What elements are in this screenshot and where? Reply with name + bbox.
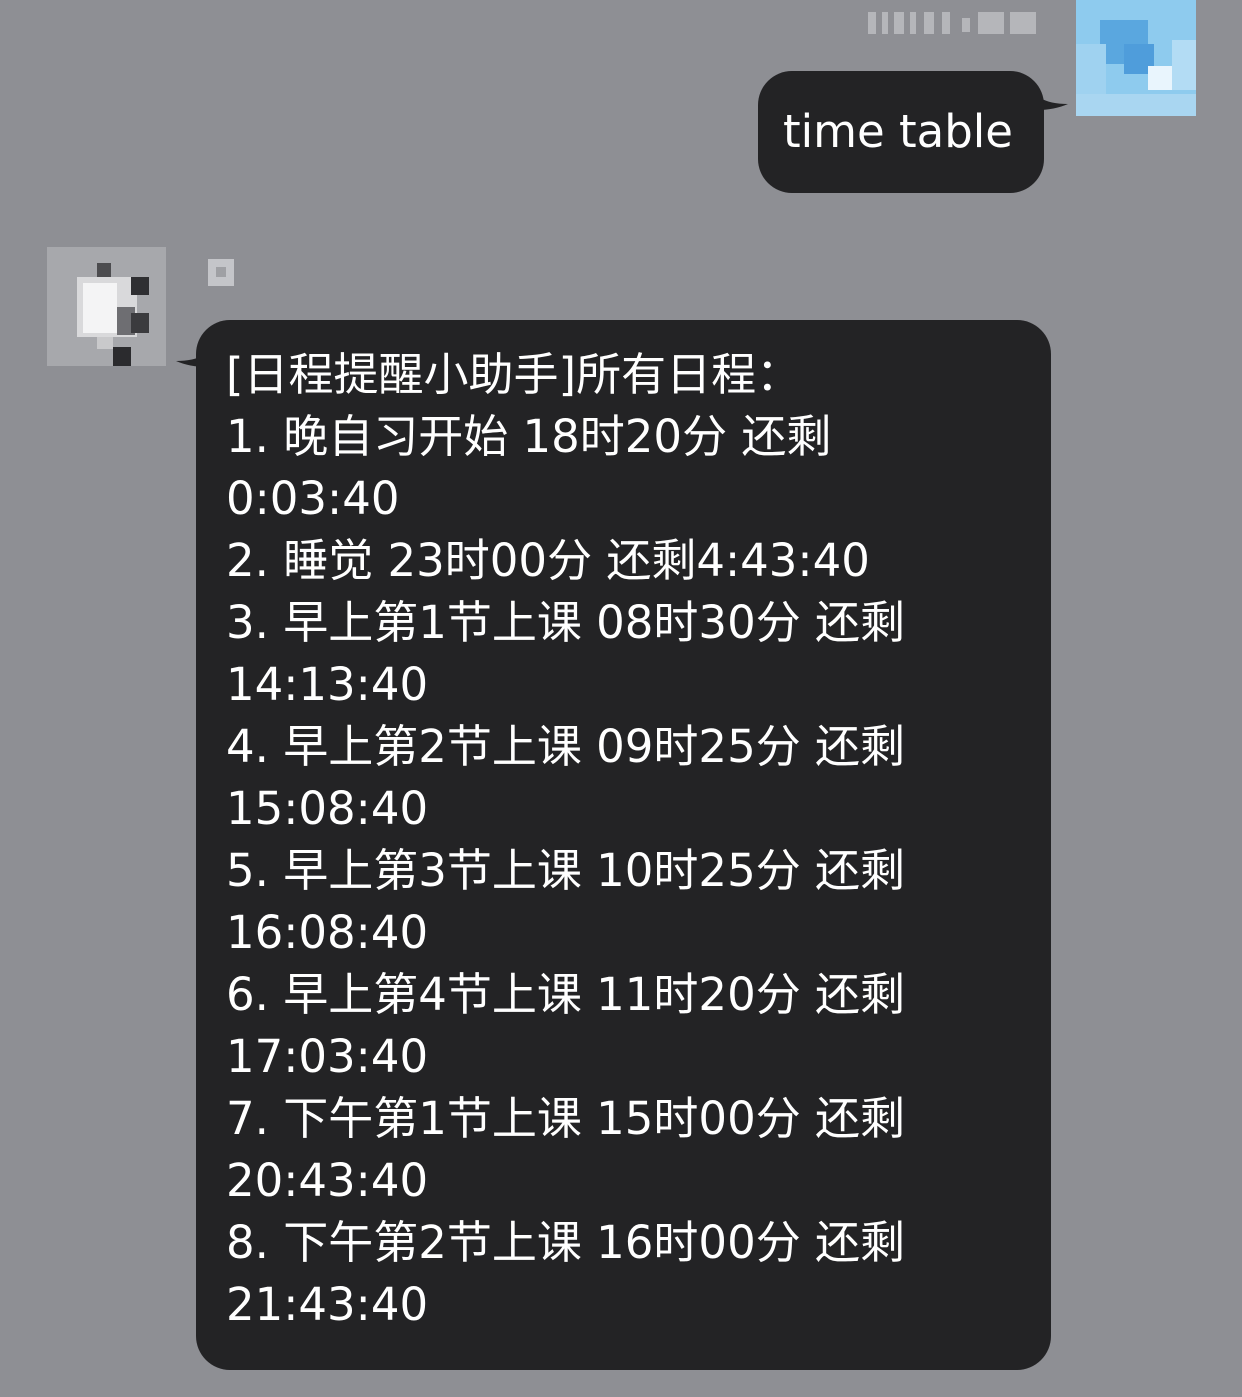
message-line: [日程提醒小助手]所有日程： (226, 348, 802, 401)
message-line: 7. 下午第1节上课 15时00分 还剩 (226, 1092, 905, 1145)
message-line: 5. 早上第3节上课 10时25分 还剩 (226, 844, 905, 897)
message-line: 1. 晚自习开始 18时20分 还剩 (226, 410, 832, 463)
message-line: 8. 下午第2节上课 16时00分 还剩 (226, 1216, 905, 1269)
message-line: 21:43:40 (226, 1278, 429, 1331)
message-line: 0:03:40 (226, 472, 400, 525)
message-line: 4. 早上第2节上课 09时25分 还剩 (226, 720, 905, 773)
message-line: 14:13:40 (226, 658, 429, 711)
message-line: 16:08:40 (226, 906, 429, 959)
message-line: 2. 睡觉 23时00分 还剩4:43:40 (226, 534, 870, 587)
message-line: 6. 早上第4节上课 11时20分 还剩 (226, 968, 905, 1021)
message-text: time table (783, 105, 1013, 158)
message-bubble-outgoing[interactable]: time table (758, 71, 1044, 193)
message-line: 17:03:40 (226, 1030, 429, 1083)
sender-name-blurred (868, 6, 1040, 40)
message-line: 20:43:40 (226, 1154, 429, 1207)
avatar-self[interactable] (1076, 0, 1196, 116)
avatar-bot[interactable] (47, 247, 166, 366)
message-bubble-incoming[interactable]: [日程提醒小助手]所有日程： 1. 晚自习开始 18时20分 还剩 0:03:4… (196, 320, 1051, 1370)
message-line: 15:08:40 (226, 782, 429, 835)
message-line: 3. 早上第1节上课 08时30分 还剩 (226, 596, 905, 649)
bot-name-blurred (208, 259, 234, 286)
